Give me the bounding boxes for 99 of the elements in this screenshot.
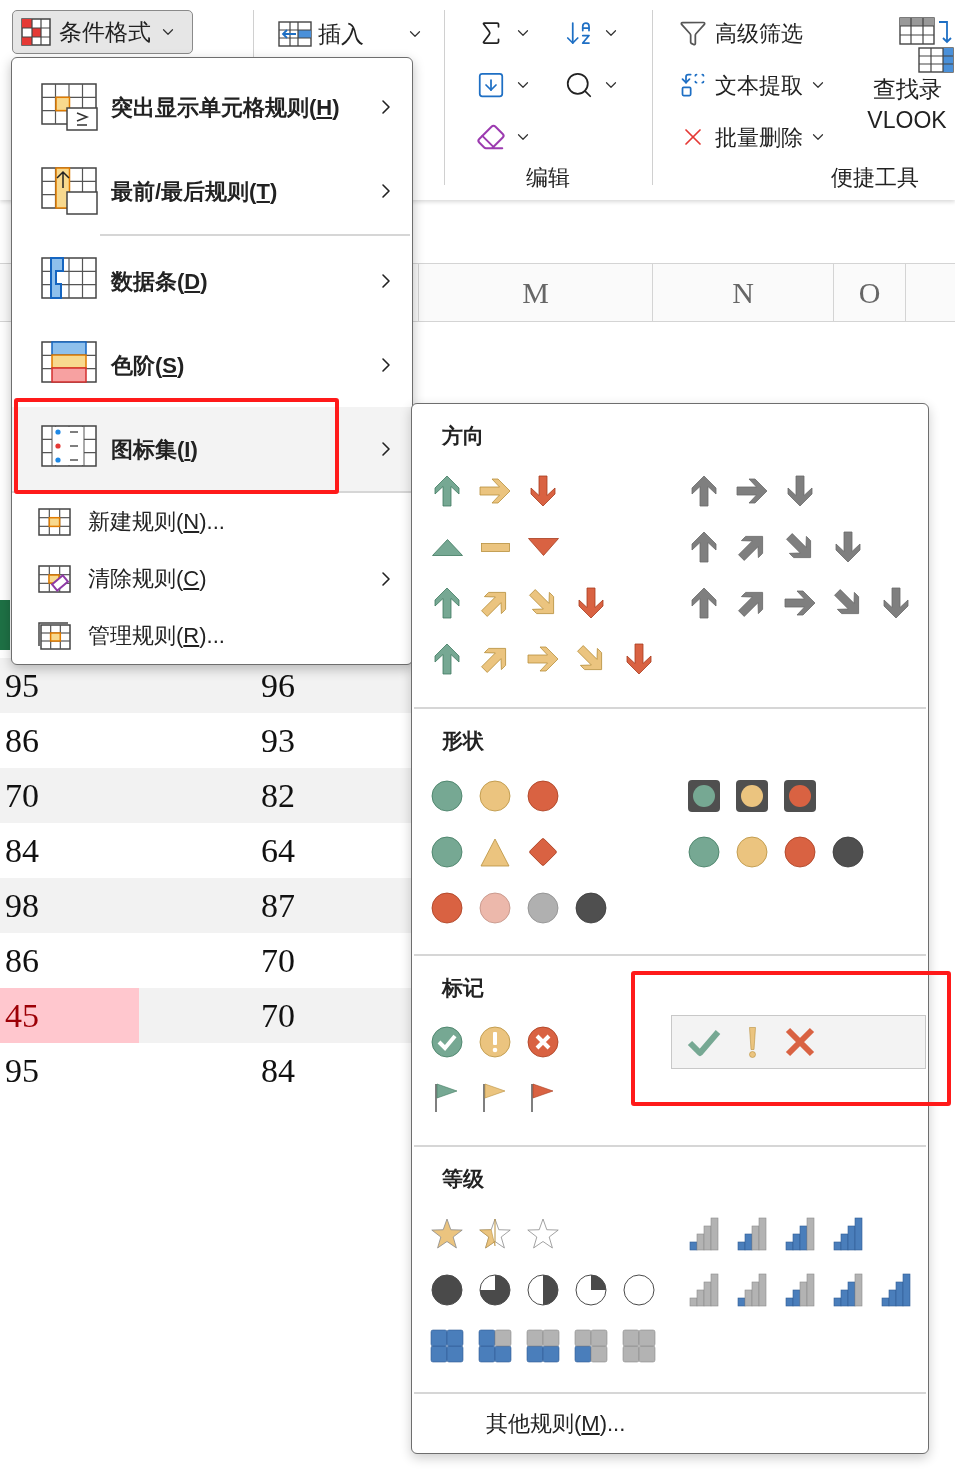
table-cell-text: 86: [4, 941, 40, 981]
highlight-rules-icon: [41, 82, 99, 132]
traffic-light-icon: [687, 779, 721, 813]
manage-rules-icon: [38, 621, 72, 650]
column-header[interactable]: M: [522, 270, 549, 315]
quarter-boxes-icon: [622, 1329, 656, 1363]
menu-item[interactable]: 色阶(S): [12, 323, 412, 407]
conditional-format-button[interactable]: 条件格式: [12, 10, 193, 54]
column-header[interactable]: N: [732, 270, 754, 315]
replace-icon: [679, 71, 707, 99]
circle-icon: [687, 835, 721, 869]
circle-icon: [574, 891, 608, 925]
table-cell-text: 64: [260, 831, 296, 871]
signal-bars-icon: [687, 1273, 721, 1307]
signal-bars-icon: [879, 1273, 913, 1307]
table-cell-text: 86: [4, 721, 40, 761]
quarter-boxes-icon: [478, 1329, 512, 1363]
circle-icon: [478, 891, 512, 925]
eraser-icon: [476, 122, 507, 152]
circle-icon: [735, 835, 769, 869]
insert-table-icon: [277, 21, 312, 47]
empty-star-icon: [526, 1217, 560, 1251]
table-cell-text: 84: [4, 831, 40, 871]
signal-bars-icon: [783, 1217, 817, 1251]
menu-item-label: 数据条(D): [111, 267, 208, 296]
menu-item[interactable]: 管理规则(R)...: [12, 607, 412, 664]
section-title: 形状: [441, 729, 484, 753]
exclamation-circle-icon: [478, 1025, 512, 1059]
exclamation-icon: [748, 1026, 756, 1058]
section-title: 标记: [440, 976, 484, 1000]
menu-item[interactable]: 最前/最后规则(T): [12, 149, 412, 233]
menu-item[interactable]: 数据条(D): [12, 239, 412, 323]
circle-icon: [430, 779, 464, 813]
more-rules-link[interactable]: 其他规则(M)...: [486, 1407, 626, 1440]
menu-item-label: 清除规则(C): [88, 565, 207, 593]
star-icon: [430, 1217, 464, 1251]
table-cell-text: 95: [4, 1051, 40, 1091]
signal-bars-icon: [735, 1217, 769, 1251]
table-cell: 45: [0, 988, 139, 1043]
table-cell-text: 96: [260, 666, 296, 706]
pie-icon: [622, 1273, 656, 1307]
section-title: 等级: [441, 1167, 484, 1191]
table-cell-text: 70: [260, 996, 296, 1036]
group-label: 编辑: [526, 164, 571, 192]
signal-bars-icon: [735, 1273, 769, 1307]
table-cell-text: 84: [260, 1051, 296, 1091]
triangle-down-icon: [527, 538, 559, 556]
table-cell-text: 70: [4, 776, 40, 816]
column-header[interactable]: O: [858, 270, 881, 315]
table-cell-text: 95: [4, 666, 40, 706]
pie-icon: [430, 1273, 464, 1307]
table-cell-text: 93: [260, 721, 296, 761]
pie-icon: [526, 1273, 560, 1307]
table-cell-text: 98: [4, 886, 40, 926]
signal-bars-icon: [831, 1217, 865, 1251]
traffic-light-icon: [783, 779, 817, 813]
quarter-boxes-icon: [526, 1329, 560, 1363]
dash-icon: [480, 542, 510, 552]
check-circle-icon: [430, 1025, 464, 1059]
menu-item-label: 图标集(I): [111, 435, 198, 464]
cross-icon: [783, 1025, 817, 1059]
menu-item-label: 色阶(S): [111, 351, 185, 380]
menu-item[interactable]: 图标集(I): [12, 407, 412, 491]
section-title: 方向: [441, 424, 484, 448]
pie-icon: [478, 1273, 512, 1307]
menu-item[interactable]: 突出显示单元格规则(H): [12, 65, 412, 149]
half-star-icon: [478, 1217, 512, 1251]
traffic-light-icon: [735, 779, 769, 813]
insert-button[interactable]: 插入: [277, 17, 424, 51]
signal-bars-icon: [831, 1273, 865, 1307]
circle-icon: [478, 779, 512, 813]
circle-icon: [430, 891, 464, 925]
clear-rules-icon: [38, 564, 72, 593]
table-cell: [0, 600, 10, 650]
signal-bars-icon: [687, 1217, 721, 1251]
pie-icon: [574, 1273, 608, 1307]
circle-icon: [526, 779, 560, 813]
conditional-format-icon: [21, 18, 51, 46]
menu-item[interactable]: 清除规则(C): [12, 550, 412, 607]
circle-icon: [783, 835, 817, 869]
menu-item-label: 新建规则(N)...: [88, 508, 225, 536]
menu-item[interactable]: 新建规则(N)...: [12, 493, 412, 550]
triangle-up-icon: [431, 538, 463, 556]
table-cell-text: 87: [260, 886, 296, 926]
cross-circle-icon: [526, 1025, 560, 1059]
quarter-boxes-icon: [574, 1329, 608, 1363]
menu-item-label: 管理规则(R)...: [88, 622, 225, 650]
circle-icon: [526, 891, 560, 925]
menu-item-label: 突出显示单元格规则(H): [111, 93, 340, 122]
top-bottom-rules-icon: [41, 166, 99, 216]
signal-bars-icon: [783, 1273, 817, 1307]
menu-item-label: 最前/最后规则(T): [111, 177, 278, 206]
circle-icon: [831, 835, 865, 869]
filter-icon: [679, 19, 707, 47]
table-cell-text: 70: [260, 941, 296, 981]
group-label: 便捷工具: [831, 164, 920, 192]
table-cell-text: 82: [260, 776, 296, 816]
circle-icon: [430, 835, 464, 869]
quarter-boxes-icon: [430, 1329, 464, 1363]
